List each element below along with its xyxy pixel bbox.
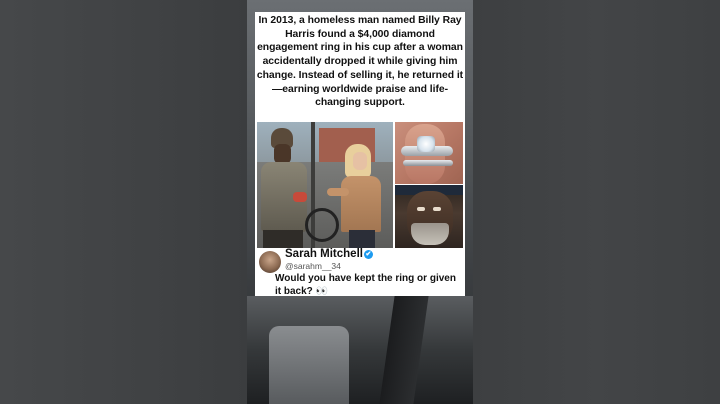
photo-billy-ray-harris bbox=[395, 185, 463, 248]
post-card: In 2013, a homeless man named Billy Ray … bbox=[255, 12, 465, 297]
blurred-background-left bbox=[0, 0, 247, 404]
photo-homeless-man-and-woman bbox=[257, 122, 393, 248]
blurred-background-right bbox=[473, 0, 720, 404]
post-question: Would you have kept the ring or given it… bbox=[275, 273, 456, 297]
author-profile: Sarah Mitchell ✔ @sarahm__34 Would you ha… bbox=[257, 248, 463, 297]
author-name-text: Sarah Mitchell bbox=[285, 248, 363, 260]
car-interior-footage bbox=[247, 296, 473, 404]
car-seat bbox=[269, 326, 349, 404]
verified-badge-icon: ✔ bbox=[363, 250, 373, 259]
car-pillar bbox=[379, 296, 429, 404]
post-caption: In 2013, a homeless man named Billy Ray … bbox=[256, 15, 464, 109]
avatar[interactable] bbox=[259, 251, 281, 273]
photo-diamond-ring bbox=[395, 122, 463, 184]
author-handle[interactable]: @sarahm__34 bbox=[285, 261, 341, 271]
author-name[interactable]: Sarah Mitchell ✔ bbox=[285, 248, 373, 260]
